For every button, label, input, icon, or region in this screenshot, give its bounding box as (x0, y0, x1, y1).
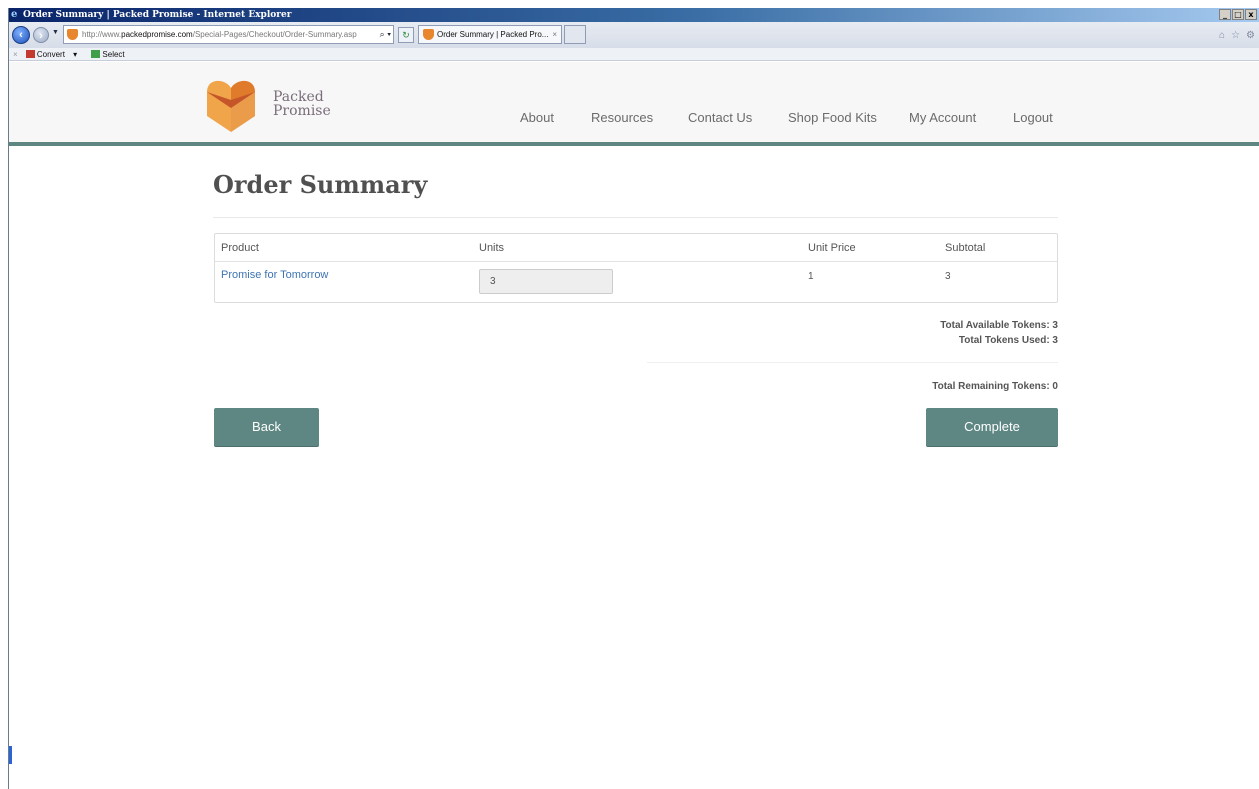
history-dropdown-icon[interactable]: ▼ (52, 29, 59, 36)
select-icon (91, 50, 101, 58)
brand-name[interactable]: Packed Promise (273, 90, 331, 118)
tab-close-icon[interactable]: × (552, 26, 557, 43)
total-tokens-used: Total Tokens Used: 3 (958, 335, 1058, 346)
forward-arrow-icon[interactable]: › (33, 27, 49, 43)
nav-contact-us[interactable]: Contact Us (688, 110, 752, 125)
nav-my-account[interactable]: My Account (909, 110, 976, 125)
refresh-icon[interactable]: ↻ (398, 27, 414, 43)
title-divider (213, 217, 1058, 218)
convert-dropdown-icon[interactable]: ▾ (73, 50, 77, 59)
window-titlebar: e Order Summary | Packed Promise - Inter… (9, 8, 1259, 22)
unit-price-value: 1 (808, 271, 814, 282)
site-favicon-icon (67, 29, 78, 40)
site-header: Packed Promise About Resources Contact U… (9, 62, 1259, 146)
address-bar[interactable]: http://www.packedpromise.com/Special-Pag… (63, 25, 394, 44)
minimize-button[interactable]: _ (1219, 9, 1231, 20)
column-header-units: Units (479, 242, 505, 254)
window-title: Order Summary | Packed Promise - Interne… (23, 10, 292, 20)
totals-divider (647, 362, 1058, 363)
nav-resources[interactable]: Resources (591, 110, 653, 125)
units-field: 3 (479, 269, 613, 294)
window-controls: _ □ x (1219, 9, 1257, 20)
browser-tab-order-summary[interactable]: Order Summary | Packed Pro... × (418, 25, 562, 44)
window-edge-marker (9, 746, 12, 764)
maximize-button[interactable]: □ (1232, 9, 1244, 20)
select-button[interactable]: Select (91, 50, 130, 59)
browser-toolbar-icons: ⌂ ☆ ⚙ (1219, 30, 1255, 41)
address-domain: packedpromise.com (121, 30, 193, 39)
convert-pdf-icon (25, 50, 35, 58)
command-bar-close-icon[interactable]: × (13, 50, 18, 59)
tools-gear-icon[interactable]: ⚙ (1246, 30, 1255, 41)
address-prefix: http://www. (82, 30, 122, 39)
tab-favicon-icon (423, 29, 434, 40)
nav-about[interactable]: About (520, 110, 554, 125)
table-header-row: Product Units Unit Price Subtotal (215, 234, 1057, 262)
back-button[interactable]: Back (214, 408, 319, 446)
column-header-subtotal: Subtotal (945, 242, 986, 254)
packed-promise-heart-box-logo[interactable] (205, 78, 257, 134)
subtotal-value: 3 (945, 271, 951, 282)
column-header-unit-price: Unit Price (808, 242, 856, 254)
complete-button[interactable]: Complete (926, 408, 1058, 446)
nav-logout[interactable]: Logout (1013, 110, 1053, 125)
back-arrow-icon[interactable]: ‹ (12, 26, 30, 44)
tab-label: Order Summary | Packed Pro... (437, 30, 549, 39)
product-link[interactable]: Promise for Tomorrow (221, 269, 328, 281)
nav-shop-food-kits[interactable]: Shop Food Kits (788, 110, 877, 125)
home-icon[interactable]: ⌂ (1219, 30, 1225, 41)
address-path: /Special-Pages/Checkout/Order-Summary.as… (192, 30, 357, 39)
command-bar: × Convert ▾ Select (9, 48, 1259, 61)
column-header-product: Product (221, 242, 259, 254)
favorites-star-icon[interactable]: ☆ (1231, 30, 1240, 41)
order-table: Product Units Unit Price Subtotal Promis… (214, 233, 1058, 303)
close-window-button[interactable]: x (1245, 9, 1257, 20)
convert-button[interactable]: Convert ▾ (25, 50, 83, 59)
internet-explorer-icon: e (11, 9, 18, 20)
total-remaining-tokens: Total Remaining Tokens: 0 (932, 381, 1058, 392)
browser-window: e Order Summary | Packed Promise - Inter… (8, 8, 1259, 789)
address-search-dropdown-icon[interactable]: ⌕ ▾ (363, 27, 391, 42)
total-available-tokens: Total Available Tokens: 3 (940, 320, 1058, 331)
brand-line-2: Promise (273, 103, 331, 119)
new-tab-button[interactable] (564, 25, 586, 44)
brand-line-1: Packed (273, 89, 324, 105)
page-title: Order Summary (213, 170, 428, 199)
